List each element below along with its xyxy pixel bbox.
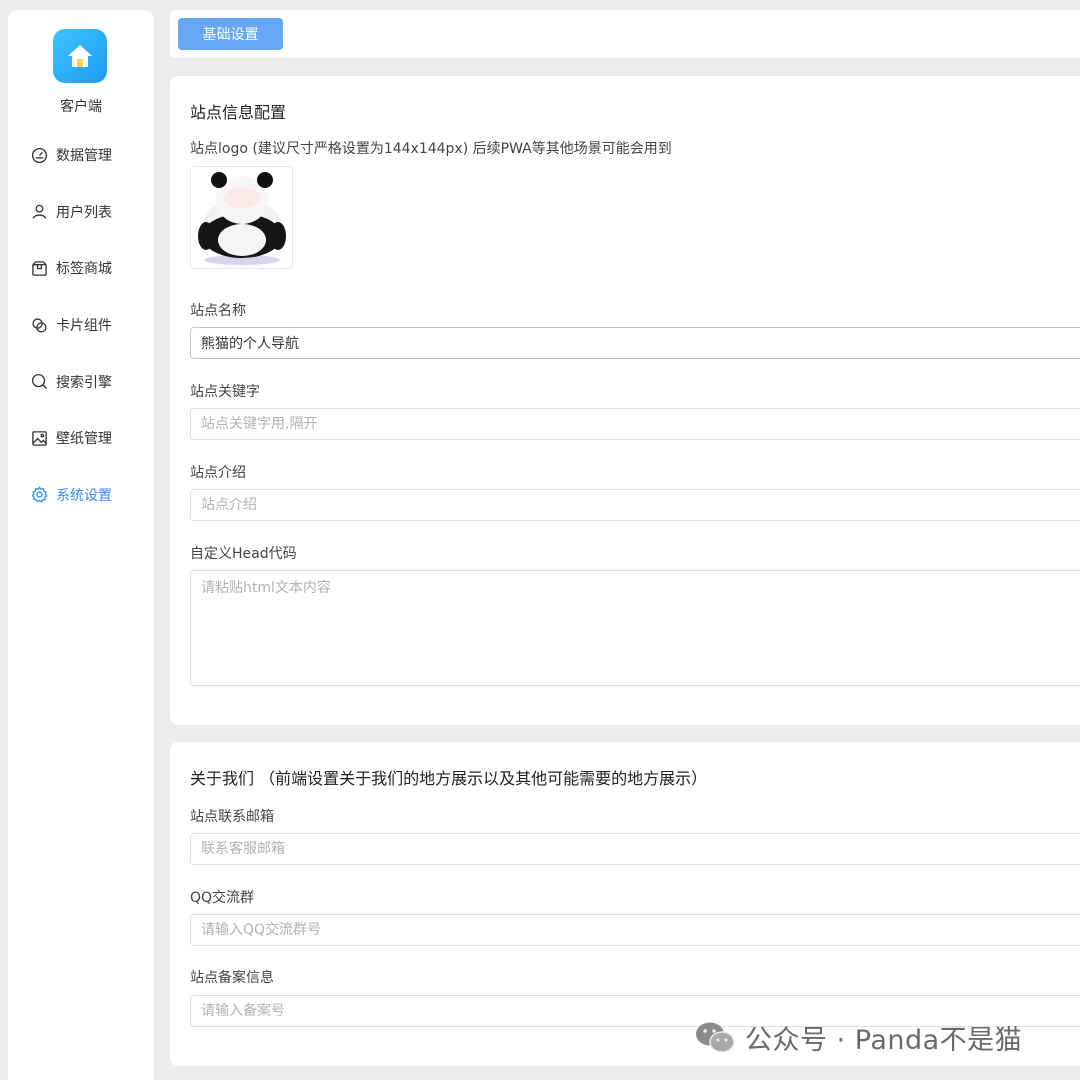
sidebar-item-label: 壁纸管理 — [56, 431, 112, 448]
keywords-input[interactable] — [190, 408, 1080, 440]
sidebar-nav: 数据管理 用户列表 标签商城 卡片组件 搜索引擎 壁纸管理 系统设置 — [8, 127, 154, 523]
qq-group-label: QQ交流群 — [190, 890, 255, 906]
sidebar-item-tag-store[interactable]: 标签商城 — [8, 240, 154, 297]
tab-basic-settings[interactable]: 基础设置 — [178, 18, 283, 50]
logo-upload[interactable] — [190, 166, 293, 269]
site-info-title: 站点信息配置 — [190, 103, 287, 122]
gear-icon — [30, 486, 48, 504]
icp-label: 站点备案信息 — [190, 970, 274, 986]
sidebar: 客户端 数据管理 用户列表 标签商城 卡片组件 搜索引擎 壁纸管理 系统设置 — [8, 10, 154, 1080]
sidebar-item-system-settings[interactable]: 系统设置 — [8, 467, 154, 524]
user-icon — [30, 203, 48, 221]
watermark-text: 公众号 · Panda不是猫 — [745, 1025, 1023, 1056]
sidebar-item-data-management[interactable]: 数据管理 — [8, 127, 154, 184]
head-code-label: 自定义Head代码 — [190, 546, 297, 562]
sidebar-item-label: 系统设置 — [56, 487, 112, 504]
sidebar-item-search-engine[interactable]: 搜索引擎 — [8, 353, 154, 410]
sidebar-item-label: 卡片组件 — [56, 318, 112, 335]
watermark: 公众号 · Panda不是猫 — [695, 1018, 1022, 1057]
logo-label: 站点logo (建议尺寸严格设置为144x144px) 后续PWA等其他场景可能… — [190, 141, 672, 157]
search-icon — [30, 373, 48, 391]
home-icon[interactable] — [53, 29, 107, 83]
sidebar-item-label: 用户列表 — [56, 204, 112, 221]
sidebar-item-user-list[interactable]: 用户列表 — [8, 184, 154, 241]
panda-logo-image — [197, 171, 286, 265]
dashboard-icon — [30, 146, 48, 164]
site-info-card: 站点信息配置 站点logo (建议尺寸严格设置为144x144px) 后续PWA… — [170, 76, 1080, 725]
keywords-label: 站点关键字 — [190, 384, 260, 400]
email-label: 站点联系邮箱 — [190, 809, 274, 825]
sidebar-item-label: 标签商城 — [56, 261, 112, 278]
site-name-input[interactable] — [190, 327, 1080, 359]
box-icon — [30, 259, 48, 277]
sidebar-item-card-components[interactable]: 卡片组件 — [8, 297, 154, 354]
sidebar-item-label: 数据管理 — [56, 148, 112, 165]
brand-name: 客户端 — [60, 99, 102, 115]
qq-group-input[interactable] — [190, 914, 1080, 946]
about-title: 关于我们 （前端设置关于我们的地方展示以及其他可能需要的地方展示） — [190, 769, 708, 788]
wechat-icon — [695, 1021, 735, 1055]
head-code-textarea[interactable] — [190, 570, 1080, 686]
email-input[interactable] — [190, 833, 1080, 865]
sidebar-item-label: 搜索引擎 — [56, 374, 112, 391]
site-name-label: 站点名称 — [190, 303, 246, 319]
image-icon — [30, 429, 48, 447]
sidebar-item-wallpaper[interactable]: 壁纸管理 — [8, 410, 154, 467]
intro-label: 站点介绍 — [190, 465, 246, 481]
cards-icon — [30, 316, 48, 334]
intro-input[interactable] — [190, 489, 1080, 521]
tab-bar: 基础设置 — [170, 10, 1080, 58]
